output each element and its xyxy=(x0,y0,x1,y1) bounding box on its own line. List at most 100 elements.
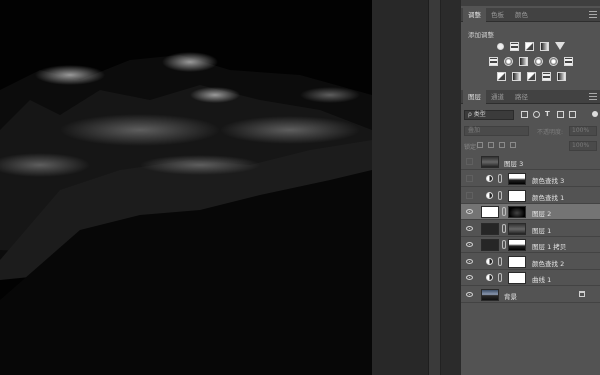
layer-row[interactable]: 图层 1 拷贝 xyxy=(461,237,600,253)
shape-filter-icon[interactable] xyxy=(557,111,564,118)
black-white-icon[interactable] xyxy=(519,57,528,66)
visibility-eye-icon[interactable] xyxy=(466,242,473,247)
layer-row[interactable]: 图层 1 xyxy=(461,221,600,237)
layer-name: 颜色查找 3 xyxy=(532,177,565,185)
layer-row[interactable]: 背景 xyxy=(461,287,600,303)
adjustment-filter-icon[interactable] xyxy=(533,111,540,118)
tab-paths[interactable]: 路径 xyxy=(510,90,533,104)
panel-menu-icon[interactable] xyxy=(589,93,597,101)
layer-row[interactable]: 颜色查找 2 xyxy=(461,254,600,270)
layer-row[interactable]: 图层 2 xyxy=(461,204,600,220)
layer-name: 背景 xyxy=(504,293,517,301)
right-panel-dock: 调整 色板 颜色 添加调整 图层 通道 路径 ρ 类型 T 叠加 不透明度: 1… xyxy=(460,0,600,375)
panel-menu-icon[interactable] xyxy=(589,11,597,19)
tab-swatches[interactable]: 色板 xyxy=(486,8,509,22)
layer-row[interactable]: 颜色查找 3 xyxy=(461,171,600,187)
threshold-icon[interactable] xyxy=(526,72,536,81)
link-icon xyxy=(498,273,502,282)
link-icon xyxy=(502,240,506,249)
tab-color[interactable]: 颜色 xyxy=(510,8,533,22)
add-adjustment-title: 添加调整 xyxy=(468,31,494,39)
adjustment-layer-icon xyxy=(486,258,493,265)
adjustment-layer-icon xyxy=(486,192,493,199)
blend-mode-bar: 叠加 不透明度: 100% xyxy=(461,124,600,138)
posterize-icon[interactable] xyxy=(511,72,521,81)
adjustments-row-2 xyxy=(461,57,600,66)
layer-name: 图层 3 xyxy=(504,160,524,168)
layer-name: 颜色查找 1 xyxy=(532,194,565,202)
panel-dock-collapsed[interactable] xyxy=(428,0,440,375)
layer-mask-thumbnail xyxy=(508,190,526,202)
photo-filter-icon[interactable] xyxy=(534,57,543,66)
lock-icons xyxy=(477,142,516,148)
opacity-label: 不透明度: xyxy=(537,129,564,136)
lock-all-icon[interactable] xyxy=(510,142,516,148)
channel-mixer-icon[interactable] xyxy=(549,57,558,66)
visibility-off-icon[interactable] xyxy=(466,158,473,165)
opacity-input[interactable]: 100% xyxy=(569,126,597,136)
lock-transparent-icon[interactable] xyxy=(477,142,483,148)
panel-dock-gutter xyxy=(440,0,460,375)
filter-kind-select[interactable]: ρ 类型 xyxy=(464,110,514,120)
layer-mask-thumbnail xyxy=(508,206,526,218)
lock-label: 锁定: xyxy=(464,144,479,151)
visibility-off-icon[interactable] xyxy=(466,175,473,182)
visibility-eye-icon[interactable] xyxy=(466,292,473,297)
tab-adjustments[interactable]: 调整 xyxy=(463,8,486,22)
selective-color-icon[interactable] xyxy=(541,72,551,81)
layer-name: 图层 1 xyxy=(532,227,552,235)
type-filter-icon[interactable]: T xyxy=(545,111,552,118)
color-balance-icon[interactable] xyxy=(504,57,513,66)
document-canvas[interactable] xyxy=(0,0,372,375)
layer-thumbnail xyxy=(481,223,499,235)
filter-toggle-icon[interactable] xyxy=(592,111,598,117)
layer-name: 图层 2 xyxy=(532,210,552,218)
lock-position-icon[interactable] xyxy=(499,142,505,148)
adjustments-row-1 xyxy=(461,42,600,51)
layer-row[interactable]: 颜色查找 1 xyxy=(461,188,600,204)
filter-type-icons: T xyxy=(521,111,576,118)
visibility-eye-icon[interactable] xyxy=(466,226,473,231)
levels-icon[interactable] xyxy=(510,42,519,51)
tab-channels[interactable]: 通道 xyxy=(486,90,509,104)
canvas-image xyxy=(0,0,372,375)
visibility-eye-icon[interactable] xyxy=(466,209,473,214)
brightness-contrast-icon[interactable] xyxy=(497,43,504,50)
vibrance-icon[interactable] xyxy=(555,42,565,50)
layer-thumbnail xyxy=(481,289,499,301)
link-icon xyxy=(498,174,502,183)
layers-panel-tabs: 图层 通道 路径 xyxy=(461,90,600,104)
layer-mask-thumbnail xyxy=(508,256,526,268)
gradient-map-icon[interactable] xyxy=(556,72,566,81)
lock-bar: 锁定: 100% xyxy=(461,139,600,153)
hue-saturation-icon[interactable] xyxy=(489,57,498,66)
link-icon xyxy=(502,224,506,233)
layer-row[interactable]: 图层 3 xyxy=(461,154,600,170)
tab-layers[interactable]: 图层 xyxy=(463,90,486,104)
lock-icon xyxy=(579,291,585,297)
layer-name: 颜色查找 2 xyxy=(532,260,565,268)
layer-mask-thumbnail xyxy=(508,272,526,284)
layer-mask-thumbnail xyxy=(508,239,526,251)
invert-icon[interactable] xyxy=(496,72,506,81)
smart-object-filter-icon[interactable] xyxy=(569,111,576,118)
layer-filter-bar: ρ 类型 T xyxy=(461,108,600,122)
layer-thumbnail xyxy=(481,156,499,168)
layer-thumbnail xyxy=(481,239,499,251)
curves-icon[interactable] xyxy=(525,42,534,51)
visibility-eye-icon[interactable] xyxy=(466,259,473,264)
blend-mode-select[interactable]: 叠加 xyxy=(464,126,529,136)
visibility-off-icon[interactable] xyxy=(466,192,473,199)
color-lookup-icon[interactable] xyxy=(564,57,573,66)
pixel-filter-icon[interactable] xyxy=(521,111,528,118)
exposure-icon[interactable] xyxy=(540,42,549,51)
layer-mask-thumbnail xyxy=(508,173,526,185)
adjustment-layer-icon xyxy=(486,274,493,281)
adjustment-layer-icon xyxy=(486,175,493,182)
collapsed-panel-strip xyxy=(461,0,600,6)
fill-input[interactable]: 100% xyxy=(569,141,597,151)
lock-image-icon[interactable] xyxy=(488,142,494,148)
layer-row[interactable]: 曲线 1 xyxy=(461,270,600,286)
visibility-eye-icon[interactable] xyxy=(466,275,473,280)
link-icon xyxy=(502,207,506,216)
